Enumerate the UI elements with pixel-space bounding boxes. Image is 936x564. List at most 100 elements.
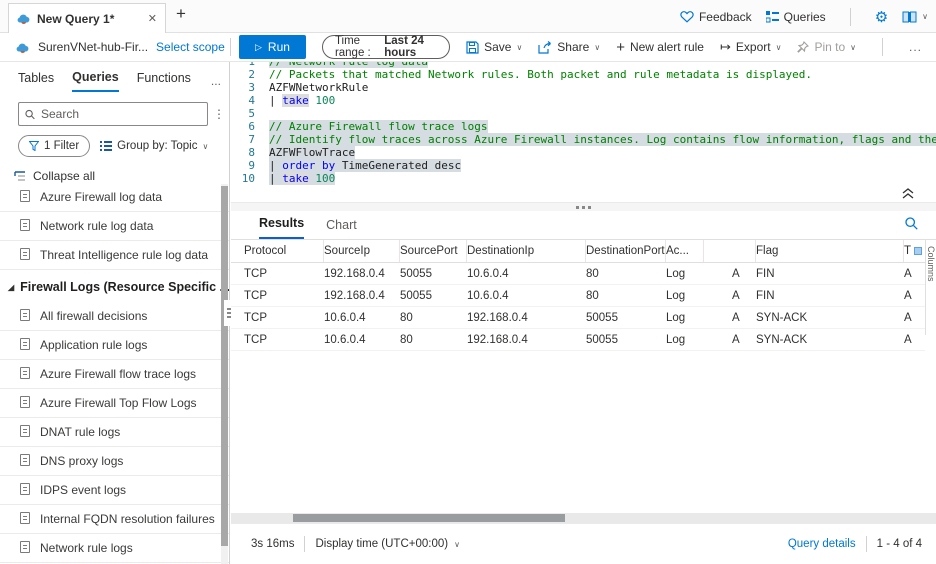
code-line[interactable]: 5 [231,107,936,120]
table-row[interactable]: TCP10.6.0.480192.168.0.450055LogASYN-ACK… [231,329,925,351]
time-range-picker[interactable]: Time range : Last 24 hours [322,35,450,59]
editor-results-splitter[interactable] [231,202,936,211]
table-cell: 50055 [400,263,467,284]
tab-new-query-1[interactable]: New Query 1* ✕ [8,3,166,33]
code-line[interactable]: 4| take 100 [231,94,936,107]
sidebar-group-header[interactable]: ◢Firewall Logs (Resource Specific ... [0,270,229,302]
table-cell: FIN [756,263,904,284]
double-chevron-up-icon [902,188,914,199]
sidebar-scrollbar[interactable] [221,184,228,564]
code-line[interactable]: 2// Packets that matched Network rules. … [231,68,936,81]
select-scope-link[interactable]: Select scope [156,40,225,54]
sidebar-query-item[interactable]: Threat Intelligence rule log data [0,241,229,270]
column-header[interactable]: Ac... [666,240,704,262]
sidebar-query-item[interactable]: Azure Firewall flow trace logs [0,360,229,389]
save-floppy-icon [466,41,479,54]
results-horizontal-scrollbar[interactable] [231,513,936,523]
column-header[interactable] [704,240,756,262]
sidebar-query-item[interactable]: Internal FQDN resolution failures [0,505,229,534]
filter-pill[interactable]: 1 Filter [18,135,90,157]
query-doc-icon [20,425,30,437]
docs-book-button[interactable]: ∨ [902,11,928,23]
results-tab-results[interactable]: Results [259,216,304,239]
expand-triangle-icon: ◢ [8,283,14,292]
code-line[interactable]: 9| order by TimeGenerated desc [231,159,936,172]
results-tab-chart[interactable]: Chart [326,218,357,239]
table-cell: A [704,285,756,306]
collapse-editor-button[interactable] [902,188,914,202]
table-row[interactable]: TCP192.168.0.45005510.6.0.480LogAFINA [231,285,925,307]
table-cell: TCP [244,329,324,350]
query-doc-icon [20,219,30,231]
share-icon [538,41,552,54]
save-button[interactable]: Save ∨ [466,40,522,54]
results-grid: ProtocolSourceIpSourcePortDestinationIpD… [231,240,925,351]
kql-query-editor[interactable]: 1// Network rule log data2// Packets tha… [231,62,936,185]
column-header[interactable]: SourcePort [400,240,467,262]
code-line[interactable]: 10| take 100 [231,172,936,185]
query-details-link[interactable]: Query details [788,538,856,550]
sidebar-query-item[interactable]: Application rule logs [0,331,229,360]
sidebar-query-item[interactable]: Network rule logs [0,534,229,563]
new-tab-button[interactable]: + [176,4,186,24]
table-cell: A [704,329,756,350]
column-header[interactable]: Protocol [244,240,324,262]
sidebar-tab-queries[interactable]: Queries [72,70,119,92]
results-search-button[interactable] [905,217,918,233]
table-cell: Log [666,307,704,328]
sidebar-search-box[interactable] [18,102,208,126]
column-header[interactable]: DestinationPort [586,240,666,262]
query-doc-icon [20,338,30,350]
code-line[interactable]: 7// Identify flow traces across Azure Fi… [231,133,936,146]
more-commands-button[interactable]: ... [909,40,922,54]
collapse-all-button[interactable]: Collapse all [14,169,225,183]
play-icon: ▷ [255,42,262,53]
code-line[interactable]: 3AZFWNetworkRule [231,81,936,94]
column-header[interactable]: DestinationIp [467,240,586,262]
code-line[interactable]: 8AZFWFlowTrace [231,146,936,159]
pin-to-button[interactable]: Pin to ∨ [797,40,856,54]
sidebar-query-item[interactable]: Azure Firewall log data [0,183,229,212]
table-row[interactable]: TCP10.6.0.480192.168.0.450055LogASYN-ACK… [231,307,925,329]
sidebar-tab-functions[interactable]: Functions [137,71,191,91]
query-toolbar: SurenVNet-hub-Fir... Select scope ▷ Run … [0,33,936,62]
new-alert-rule-button[interactable]: + New alert rule [616,39,704,56]
chevron-down-icon: ∨ [516,43,522,52]
sidebar-search-input[interactable] [41,107,201,121]
workspace-icon [16,42,30,53]
sidebar-query-item[interactable]: Azure Firewall Top Flow Logs [0,389,229,418]
share-button[interactable]: Share ∨ [538,40,600,54]
sidebar-query-item[interactable]: DNAT rule logs [0,418,229,447]
query-doc-icon [20,367,30,379]
table-cell: 80 [400,307,467,328]
plus-icon: + [616,39,625,56]
tab-title: New Query 1* [37,12,114,26]
sidebar-query-item[interactable]: DNS proxy logs [0,447,229,476]
column-header[interactable]: Flag [756,240,904,262]
table-cell: 80 [586,263,666,284]
feedback-button[interactable]: Feedback [680,10,752,24]
close-tab-icon[interactable]: ✕ [148,12,157,25]
columns-panel-tab[interactable]: Columns [925,240,936,335]
settings-gear-icon[interactable]: ⚙ [875,8,888,26]
sidebar-tab-tables[interactable]: Tables [18,71,54,91]
result-range: 1 - 4 of 4 [877,538,922,550]
table-cell: 192.168.0.4 [324,263,400,284]
table-cell: 80 [586,285,666,306]
sidebar-query-item[interactable]: Network rule log data [0,212,229,241]
table-cell: TCP [244,307,324,328]
search-icon [905,217,918,230]
run-button[interactable]: ▷ Run [239,35,306,59]
display-time-selector[interactable]: Display time (UTC+00:00) ∨ [315,538,459,550]
group-by-selector[interactable]: Group by: Topic ∨ [100,140,208,152]
collapse-all-icon [14,171,26,182]
sidebar-query-item[interactable]: All firewall decisions [0,302,229,331]
queries-button[interactable]: Queries [766,10,826,24]
export-button[interactable]: ↦ Export ∨ [720,39,781,55]
sidebar-query-item[interactable]: IDPS event logs [0,476,229,505]
code-line[interactable]: 6// Azure Firewall flow trace logs [231,120,936,133]
search-options-kebab-icon[interactable]: ⋮ [213,107,225,121]
column-header[interactable]: SourceIp [324,240,400,262]
sidebar-tabs-overflow-button[interactable]: ... [211,74,221,88]
table-row[interactable]: TCP192.168.0.45005510.6.0.480LogAFINA [231,263,925,285]
